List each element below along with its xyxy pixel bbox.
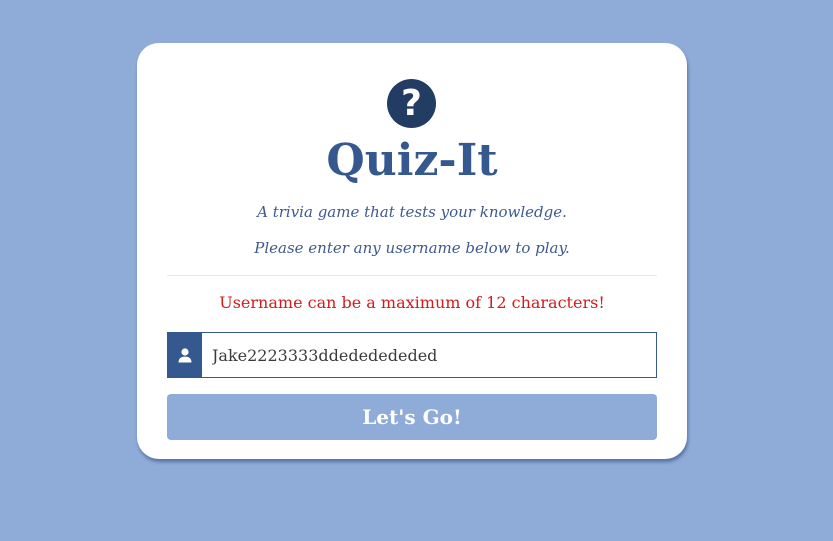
divider bbox=[167, 275, 657, 276]
question-mark-glyph: ? bbox=[401, 83, 422, 124]
lets-go-button[interactable]: Let's Go! bbox=[167, 394, 657, 440]
user-icon-graphic bbox=[178, 348, 192, 363]
user-icon bbox=[168, 333, 202, 377]
username-input[interactable] bbox=[202, 333, 656, 377]
login-card: ? Quiz-It A trivia game that tests your … bbox=[137, 43, 687, 459]
app-tagline: A trivia game that tests your knowledge. bbox=[257, 203, 567, 221]
username-input-group bbox=[167, 332, 657, 378]
question-mark-icon: ? bbox=[387, 79, 436, 128]
validation-error-message: Username can be a maximum of 12 characte… bbox=[219, 293, 605, 312]
instructions-text: Please enter any username below to play. bbox=[254, 239, 570, 257]
app-title: Quiz-It bbox=[326, 135, 498, 186]
